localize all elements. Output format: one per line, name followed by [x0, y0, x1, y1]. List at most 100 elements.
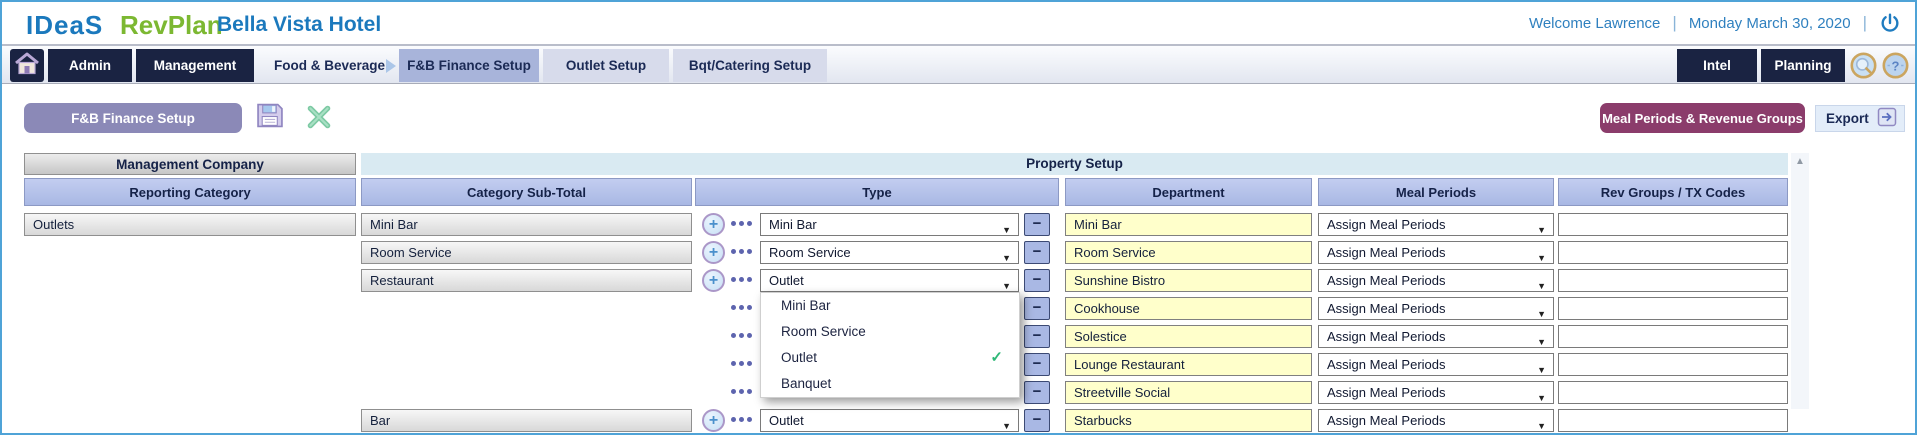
remove-row-button[interactable]: −	[1024, 409, 1050, 432]
department-field[interactable]: Streetville Social	[1065, 381, 1312, 404]
remove-row-button[interactable]: −	[1024, 297, 1050, 320]
rev-groups-input[interactable]	[1558, 269, 1788, 292]
column-header-department: Department	[1065, 178, 1312, 206]
meal-periods-select[interactable]: Assign Meal Periods▼	[1318, 381, 1554, 404]
export-button[interactable]: Export	[1815, 105, 1905, 132]
column-header-category-subtotal: Category Sub-Total	[361, 178, 692, 206]
remove-row-button[interactable]: −	[1024, 213, 1050, 236]
table-row: Outlets Mini Bar + Mini Bar▼ − Mini Bar …	[2, 213, 1917, 236]
drag-handle-icon[interactable]	[731, 277, 755, 282]
type-dropdown-menu: Mini Bar Room Service Outlet✓ Banquet	[760, 292, 1020, 398]
drag-handle-icon[interactable]	[731, 249, 755, 254]
scroll-up-icon[interactable]: ▲	[1791, 153, 1809, 171]
category-subtotal-cell: Restaurant	[361, 269, 692, 292]
drag-handle-icon[interactable]	[731, 333, 755, 338]
meal-periods-select[interactable]: Assign Meal Periods▼	[1318, 409, 1554, 432]
nav-item-management[interactable]: Management	[136, 49, 254, 82]
remove-row-button[interactable]: −	[1024, 241, 1050, 264]
page-title-button[interactable]: F&B Finance Setup	[24, 103, 242, 133]
group-header-management-company: Management Company	[24, 153, 356, 175]
add-row-button[interactable]: +	[702, 269, 725, 292]
remove-row-button[interactable]: −	[1024, 325, 1050, 348]
group-header-property-setup: Property Setup	[361, 153, 1788, 175]
column-header-reporting-category: Reporting Category	[24, 178, 356, 206]
chevron-down-icon: ▼	[1537, 248, 1546, 269]
chevron-down-icon: ▼	[1537, 304, 1546, 325]
tab-bqt-catering-setup[interactable]: Bqt/Catering Setup	[673, 49, 827, 82]
nav-item-admin[interactable]: Admin	[48, 49, 132, 82]
logo-ideas: IDeaS	[26, 10, 103, 41]
type-select-open[interactable]: Outlet▼	[760, 269, 1019, 292]
meal-periods-select[interactable]: Assign Meal Periods▼	[1318, 269, 1554, 292]
chevron-down-icon: ▼	[1537, 220, 1546, 241]
category-subtotal-cell: Room Service	[361, 241, 692, 264]
table-row: Bar + Outlet▼ − Starbucks Assign Meal Pe…	[2, 409, 1917, 432]
meal-periods-revenue-groups-button[interactable]: Meal Periods & Revenue Groups	[1600, 103, 1805, 133]
table-row: Room Service + Room Service▼ − Room Serv…	[2, 241, 1917, 264]
date-text: Monday March 30, 2020	[1689, 15, 1851, 32]
dropdown-item-outlet[interactable]: Outlet✓	[761, 345, 1019, 371]
rev-groups-input[interactable]	[1558, 381, 1788, 404]
department-field[interactable]: Cookhouse	[1065, 297, 1312, 320]
rev-groups-input[interactable]	[1558, 297, 1788, 320]
remove-row-button[interactable]: −	[1024, 269, 1050, 292]
type-select[interactable]: Mini Bar▼	[760, 213, 1019, 236]
home-icon	[14, 51, 40, 80]
meal-periods-select[interactable]: Assign Meal Periods▼	[1318, 325, 1554, 348]
department-field[interactable]: Starbucks	[1065, 409, 1312, 432]
save-icon[interactable]	[255, 102, 285, 134]
meal-periods-select[interactable]: Assign Meal Periods▼	[1318, 353, 1554, 376]
rev-groups-input[interactable]	[1558, 241, 1788, 264]
divider: |	[1672, 13, 1676, 33]
remove-row-button[interactable]: −	[1024, 353, 1050, 376]
cancel-icon[interactable]	[305, 103, 333, 136]
planning-button[interactable]: Planning	[1761, 49, 1845, 82]
hotel-name: Bella Vista Hotel	[217, 13, 381, 37]
home-button[interactable]	[10, 49, 44, 82]
type-select[interactable]: Room Service▼	[760, 241, 1019, 264]
dropdown-item-room-service[interactable]: Room Service	[761, 319, 1019, 345]
search-icon[interactable]	[1850, 52, 1877, 84]
department-field[interactable]: Sunshine Bistro	[1065, 269, 1312, 292]
drag-handle-icon[interactable]	[731, 221, 755, 226]
svg-text:?: ?	[1892, 58, 1900, 73]
meal-periods-select[interactable]: Assign Meal Periods▼	[1318, 297, 1554, 320]
department-field[interactable]: Solestice	[1065, 325, 1312, 348]
department-field[interactable]: Room Service	[1065, 241, 1312, 264]
logout-power-icon[interactable]	[1879, 12, 1901, 34]
chevron-down-icon: ▼	[1537, 416, 1546, 435]
nav-bar: Admin Management Food & Beverage F&B Fin…	[2, 44, 1915, 84]
chevron-down-icon: ▼	[1002, 220, 1011, 241]
app-window: IDeaS RevPlan Bella Vista Hotel Welcome …	[0, 0, 1917, 435]
dropdown-item-mini-bar[interactable]: Mini Bar	[761, 293, 1019, 319]
department-field[interactable]: Lounge Restaurant	[1065, 353, 1312, 376]
rev-groups-input[interactable]	[1558, 353, 1788, 376]
intel-button[interactable]: Intel	[1677, 49, 1757, 82]
drag-handle-icon[interactable]	[731, 305, 755, 310]
add-row-button[interactable]: +	[702, 409, 725, 432]
meal-periods-select[interactable]: Assign Meal Periods▼	[1318, 241, 1554, 264]
column-header-rev-groups: Rev Groups / TX Codes	[1558, 178, 1788, 206]
drag-handle-icon[interactable]	[731, 417, 755, 422]
type-select[interactable]: Outlet▼	[760, 409, 1019, 432]
rev-groups-input[interactable]	[1558, 409, 1788, 432]
remove-row-button[interactable]: −	[1024, 381, 1050, 404]
export-icon	[1877, 107, 1897, 130]
add-row-button[interactable]: +	[702, 213, 725, 236]
table-row: Restaurant + Outlet▼ − Sunshine Bistro A…	[2, 269, 1917, 292]
meal-periods-select[interactable]: Assign Meal Periods▼	[1318, 213, 1554, 236]
rev-groups-input[interactable]	[1558, 325, 1788, 348]
department-field[interactable]: Mini Bar	[1065, 213, 1312, 236]
tab-outlet-setup[interactable]: Outlet Setup	[543, 49, 669, 82]
help-icon[interactable]: ?	[1882, 52, 1909, 84]
breadcrumb-arrow-icon	[386, 59, 396, 73]
tab-fb-finance-setup[interactable]: F&B Finance Setup	[399, 49, 539, 82]
drag-handle-icon[interactable]	[731, 361, 755, 366]
top-header: IDeaS RevPlan Bella Vista Hotel Welcome …	[2, 2, 1915, 44]
chevron-down-icon: ▼	[1002, 248, 1011, 269]
logo-revplan: RevPlan	[120, 10, 223, 41]
rev-groups-input[interactable]	[1558, 213, 1788, 236]
add-row-button[interactable]: +	[702, 241, 725, 264]
dropdown-item-banquet[interactable]: Banquet	[761, 371, 1019, 397]
drag-handle-icon[interactable]	[731, 389, 755, 394]
